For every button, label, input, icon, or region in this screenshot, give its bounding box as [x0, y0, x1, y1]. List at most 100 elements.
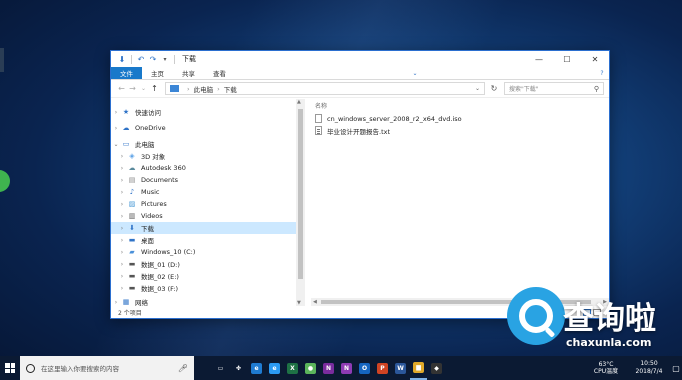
taskbar-app-onenote[interactable]: N	[320, 356, 337, 380]
collapse-chevron-icon[interactable]: ⌄	[111, 141, 121, 148]
expand-chevron-icon[interactable]: ›	[117, 225, 127, 232]
nav-item-label: 下载	[141, 225, 154, 233]
nav-item-videos[interactable]: › ▥ Videos	[117, 210, 296, 222]
network-icon: ▦	[122, 298, 130, 306]
breadcrumb-downloads[interactable]: 下载	[224, 84, 237, 94]
properties-icon[interactable]: ⬇	[116, 53, 128, 65]
nav-item-this-pc[interactable]: ⌄ ▭ 此电脑	[111, 138, 296, 150]
nav-item-downloads[interactable]: › ⬇ 下载	[111, 222, 296, 234]
nav-item-desktop[interactable]: › ▬ 桌面	[117, 234, 296, 246]
taskbar-app-excel[interactable]: X	[284, 356, 301, 380]
taskbar-app-word[interactable]: W	[392, 356, 409, 380]
nav-item-drive-c[interactable]: › ▰ Windows_10 (C:)	[117, 246, 296, 258]
taskbar-app-edge[interactable]: e	[248, 356, 265, 380]
breadcrumb-this-pc[interactable]: 此电脑	[194, 84, 214, 94]
nav-item-pictures[interactable]: › ▨ Pictures	[117, 198, 296, 210]
ie-icon: e	[269, 362, 280, 374]
expand-chevron-icon[interactable]: ›	[117, 273, 127, 280]
expand-chevron-icon[interactable]: ›	[117, 285, 127, 292]
nav-item-quick-access[interactable]: › ★ 快速访问	[111, 106, 296, 118]
nav-item-onedrive[interactable]: › ☁ OneDrive	[111, 122, 296, 134]
expand-chevron-icon[interactable]: ›	[117, 165, 127, 172]
undo-icon[interactable]: ↶	[135, 53, 147, 65]
back-icon[interactable]: ←	[116, 83, 127, 95]
expand-chevron-icon[interactable]: ›	[111, 125, 121, 132]
explorer-body: › ★ 快速访问 › ☁ OneDrive ⌄ ▭ 此电脑 › ◈ 3D 对象 …	[111, 99, 609, 306]
address-bar[interactable]: › 此电脑 › 下载 ⌄	[165, 82, 485, 95]
disc-image-file-icon	[315, 114, 322, 123]
expand-chevron-icon[interactable]: ›	[117, 177, 127, 184]
desktop-edge-widget[interactable]	[0, 48, 4, 72]
file-name: cn_windows_server_2008_r2_x64_dvd.iso	[327, 114, 462, 123]
expand-chevron-icon[interactable]: ›	[111, 299, 121, 306]
taskbar-search-box[interactable]: 在这里输入你要搜索的内容 🎤︎	[20, 356, 194, 380]
forward-icon[interactable]: →	[127, 83, 138, 95]
tab-view[interactable]: 查看	[204, 67, 235, 79]
cube-icon: ◈	[129, 152, 135, 160]
cpu-temperature[interactable]: 63°C CPU温度	[584, 361, 628, 375]
expand-chevron-icon[interactable]: ›	[111, 109, 121, 116]
nav-item-network[interactable]: › ▦ 网络	[111, 296, 296, 306]
item-count: 2 个项目	[118, 309, 142, 317]
expand-chevron-icon[interactable]: ›	[117, 189, 127, 196]
nav-item-drive-f[interactable]: › ▬ 数据_03 (F:)	[117, 282, 296, 294]
nav-item-3d-objects[interactable]: › ◈ 3D 对象	[117, 150, 296, 162]
taskbar-app-app-dark[interactable]: ◆	[428, 356, 445, 380]
expand-chevron-icon[interactable]: ›	[117, 249, 127, 256]
clock[interactable]: 10:50 2018/7/4	[628, 360, 670, 376]
nav-item-label: Documents	[141, 176, 179, 184]
scrollbar-thumb[interactable]	[298, 109, 303, 279]
nav-item-label: OneDrive	[135, 124, 166, 132]
nav-item-label: Autodesk 360	[141, 164, 186, 172]
expand-chevron-icon[interactable]: ›	[117, 237, 127, 244]
nav-pane-scrollbar[interactable]: ▲ ▼	[296, 99, 305, 306]
nav-item-music[interactable]: › ♪ Music	[117, 186, 296, 198]
tab-share[interactable]: 共享	[173, 67, 204, 79]
folder-icon	[170, 85, 179, 92]
nav-item-documents[interactable]: › ▤ Documents	[117, 174, 296, 186]
nav-item-drive-e[interactable]: › ▬ 数据_02 (E:)	[117, 270, 296, 282]
close-button[interactable]: ✕	[581, 51, 609, 67]
clock-time: 10:50	[640, 360, 658, 367]
nav-item-label: 网络	[135, 299, 148, 306]
recent-locations-icon[interactable]: ⌄	[138, 83, 149, 95]
maximize-button[interactable]: ☐	[553, 51, 581, 67]
tab-home[interactable]: 主页	[142, 67, 173, 79]
tab-file[interactable]: 文件	[111, 67, 142, 79]
help-icon[interactable]: ?	[595, 67, 609, 79]
expand-ribbon-icon[interactable]: ⌄	[408, 67, 422, 79]
computer-icon: ▭	[122, 140, 130, 148]
file-row[interactable]: cn_windows_server_2008_r2_x64_dvd.iso	[315, 113, 462, 124]
taskbar-app-ie[interactable]: e	[266, 356, 283, 380]
taskbar-app-fan-app[interactable]: ✤	[230, 356, 247, 380]
up-icon[interactable]: ↑	[149, 83, 160, 95]
minimize-button[interactable]: —	[525, 51, 553, 67]
notification-icon[interactable]: ▢	[670, 364, 682, 373]
scroll-left-icon[interactable]: ◀	[313, 299, 317, 305]
nav-item-drive-d[interactable]: › ▬ 数据_01 (D:)	[117, 258, 296, 270]
start-button[interactable]	[0, 356, 20, 380]
nav-item-label: 快速访问	[135, 109, 161, 117]
scroll-up-icon[interactable]: ▲	[297, 99, 301, 105]
redo-icon[interactable]: ↷	[147, 53, 159, 65]
taskbar-app-powerpoint[interactable]: P	[374, 356, 391, 380]
search-input[interactable]: 搜索"下载" ⚲	[504, 82, 604, 95]
breadcrumb-separator: ›	[217, 84, 220, 93]
taskbar-app-app-green[interactable]: ●	[302, 356, 319, 380]
column-header-name[interactable]: 名称	[315, 101, 327, 110]
address-dropdown-icon[interactable]: ⌄	[475, 85, 480, 92]
expand-chevron-icon[interactable]: ›	[117, 201, 127, 208]
taskbar-app-onenote-2[interactable]: N	[338, 356, 355, 380]
taskbar-app-task-view[interactable]: ▭	[212, 356, 229, 380]
nav-item-autodesk-360[interactable]: › ☁ Autodesk 360	[117, 162, 296, 174]
expand-chevron-icon[interactable]: ›	[117, 261, 127, 268]
customize-quick-access-icon[interactable]: ▾	[159, 53, 171, 65]
microphone-icon[interactable]: 🎤︎	[178, 364, 188, 373]
taskbar-app-outlook[interactable]: O	[356, 356, 373, 380]
file-row[interactable]: 毕业设计开题报告.txt	[315, 125, 390, 136]
refresh-icon[interactable]: ↻	[487, 82, 501, 95]
expand-chevron-icon[interactable]: ›	[117, 153, 127, 160]
window-title: 下载	[182, 55, 196, 63]
expand-chevron-icon[interactable]: ›	[117, 213, 127, 220]
taskbar-app-file-explorer[interactable]: ▆	[410, 356, 427, 380]
